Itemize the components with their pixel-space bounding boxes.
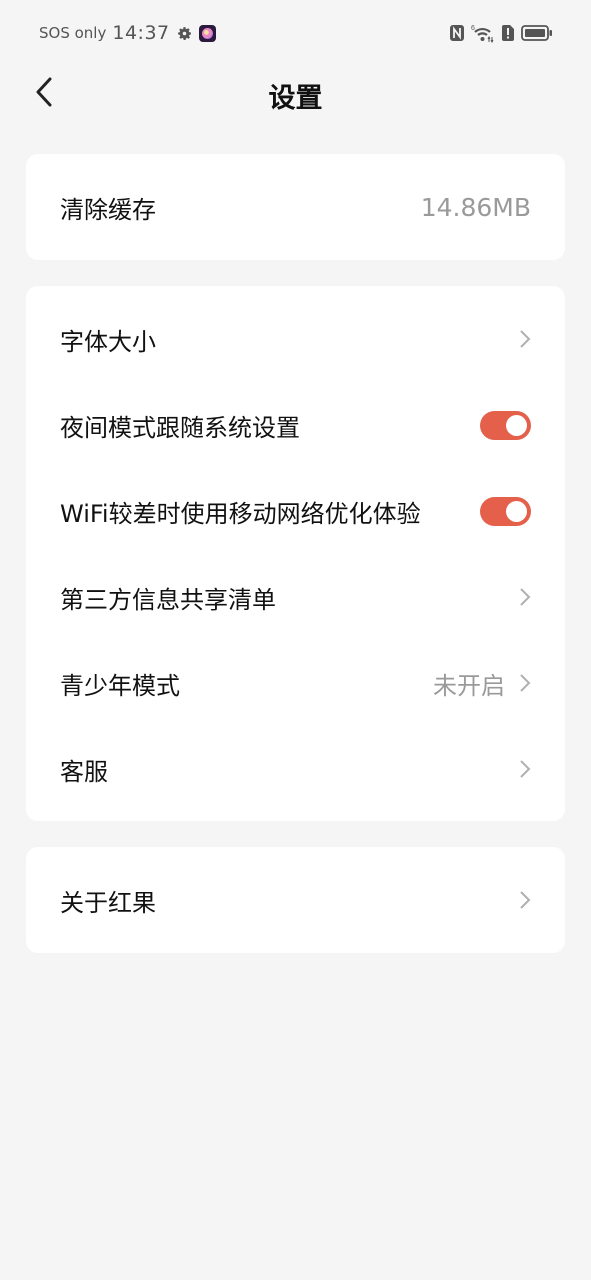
night-mode-toggle[interactable]	[480, 410, 531, 440]
clock: 14:37	[112, 22, 170, 44]
chevron-right-icon	[520, 760, 531, 778]
sim-alert-icon	[502, 25, 514, 41]
gear-icon	[177, 26, 191, 40]
cache-size: 14.86MB	[420, 192, 531, 222]
toggle-knob	[506, 414, 527, 436]
wifi-optimize-label: WiFi较差时使用移动网络优化体验	[60, 499, 421, 528]
third-party-sharing-row[interactable]: 第三方信息共享清单	[26, 554, 565, 640]
about-row[interactable]: 关于红果	[26, 847, 565, 953]
cache-card: 清除缓存 14.86MB	[26, 154, 565, 260]
chevron-right-icon	[520, 330, 531, 348]
page-title: 设置	[268, 83, 323, 114]
teen-mode-label: 青少年模式	[60, 671, 180, 700]
third-party-sharing-label: 第三方信息共享清单	[60, 585, 276, 614]
settings-card: 字体大小 夜间模式跟随系统设置 WiFi较差时使用移动网络优化体验 第三方信息共…	[26, 286, 565, 821]
status-right: 6	[449, 22, 553, 44]
night-mode-label: 夜间模式跟随系统设置	[60, 413, 300, 442]
teen-mode-row[interactable]: 青少年模式 未开启	[26, 640, 565, 726]
wifi-6-icon: 6	[471, 25, 494, 43]
night-mode-row: 夜间模式跟随系统设置	[26, 382, 565, 468]
font-size-row[interactable]: 字体大小	[26, 296, 565, 382]
clear-cache-label: 清除缓存	[60, 195, 156, 224]
status-bar: SOS only 14:37 6	[0, 0, 591, 66]
chevron-right-icon	[520, 588, 531, 606]
font-size-label: 字体大小	[60, 327, 156, 356]
toggle-knob	[506, 500, 527, 522]
wifi-badge: 6	[471, 25, 475, 32]
nfc-icon	[450, 25, 464, 41]
status-left: SOS only 14:37	[39, 21, 216, 45]
clear-cache-row[interactable]: 清除缓存 14.86MB	[26, 154, 565, 260]
customer-service-label: 客服	[60, 757, 108, 786]
header: 设置	[0, 66, 591, 122]
battery-icon	[521, 25, 552, 41]
customer-service-row[interactable]: 客服	[26, 726, 565, 812]
chevron-right-icon	[520, 674, 531, 692]
wifi-optimize-toggle[interactable]	[480, 496, 531, 526]
about-card: 关于红果	[26, 847, 565, 953]
about-label: 关于红果	[60, 888, 156, 917]
teen-mode-status: 未开启	[433, 671, 505, 700]
carrier-status: SOS only	[39, 24, 107, 42]
wifi-optimize-row: WiFi较差时使用移动网络优化体验	[26, 468, 565, 554]
chevron-right-icon	[520, 891, 531, 909]
app-notification-icon	[198, 24, 216, 42]
